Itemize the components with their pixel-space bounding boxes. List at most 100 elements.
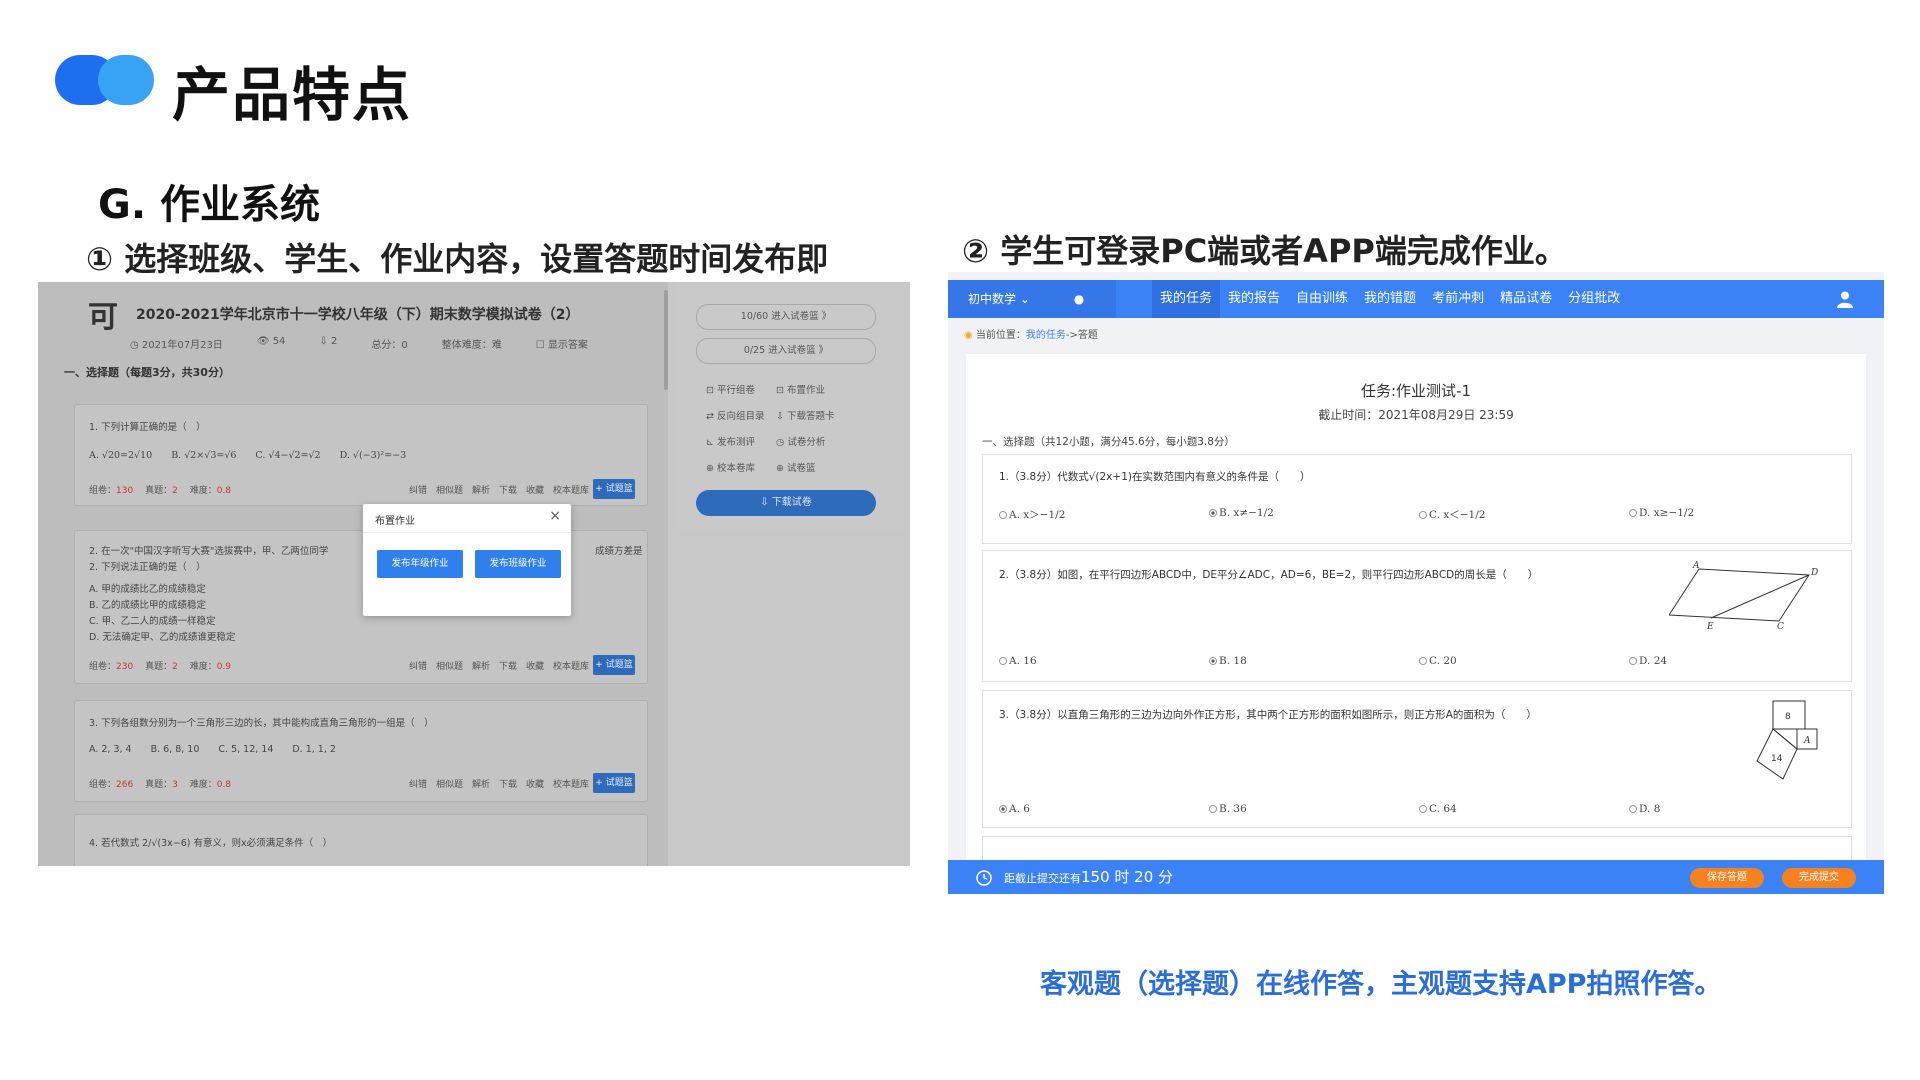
question-text: 2. 下列说法正确的是（ ） <box>89 562 206 573</box>
answer-option[interactable]: A. 6 <box>999 803 1030 815</box>
question-card: 1. 下列计算正确的是（ ） A. √20=2√10 B. √2×√3=√6 C… <box>74 404 648 506</box>
exam-section: 一、选择题（共12小题，满分45.6分，每小题3.8分） <box>982 436 1235 448</box>
close-icon[interactable]: × <box>549 508 561 524</box>
countdown-text: 距截止提交还有150 时 20 分 <box>1004 868 1174 886</box>
question-card: 3. 下列各组数分别为一个三角形三边的长，其中能构成直角三角形的一组是（ ） A… <box>74 700 648 802</box>
side-link-answer-card[interactable]: ⇩ 下载答题卡 <box>776 408 835 422</box>
scrollbar[interactable] <box>664 290 668 390</box>
exam-panel: 任务:作业测试-1 截止时间：2021年08月29日 23:59 一、选择题（共… <box>966 354 1866 894</box>
breadcrumb: ◉ 当前位置：我的任务->答题 <box>964 330 1098 341</box>
location-pin-icon: ● <box>1073 292 1085 306</box>
meta-downloads: ⇩ 2 <box>319 336 338 347</box>
figure-label: C <box>1777 622 1784 632</box>
breadcrumb-link[interactable]: 我的任务 <box>1026 330 1066 341</box>
question-card: 2.（3.8分）如图，在平行四边形ABCD中，DE平分∠ADC，AD=6，BE=… <box>982 550 1852 682</box>
side-link-basket[interactable]: ⊕ 试卷篮 <box>776 460 816 474</box>
download-paper-button[interactable]: ⇩ 下载试卷 <box>696 490 876 516</box>
side-panel: 10/60 进入试卷篮 》 0/25 进入试卷篮 》 ⊡ 平行组卷 ⊡ 布置作业… <box>676 282 910 530</box>
figure-label: 14 <box>1771 754 1783 764</box>
nav-item[interactable]: 自由训练 <box>1288 280 1356 318</box>
exam-deadline: 截止时间：2021年08月29日 23:59 <box>1318 408 1514 422</box>
answer-option[interactable]: D. 8 <box>1629 803 1660 815</box>
question-tools[interactable]: 纠错 相似题 解析 下载 收藏 校本题库 <box>409 777 589 790</box>
question-text: 4. 若代数式 2/√(3x−6) 有意义，则x必须满足条件（ ） <box>89 838 333 849</box>
question-tools[interactable]: 纠错 相似题 解析 下载 收藏 校本题库 <box>409 659 589 672</box>
add-to-basket-button[interactable]: + 试题篮 <box>593 655 635 675</box>
answer-option[interactable]: B. x≠−1/2 <box>1209 507 1274 519</box>
question-text-tail: 成绩方差是 <box>595 546 643 557</box>
question-stats: 组卷：266 真题：3 难度：0.8 <box>89 780 232 790</box>
assign-homework-modal: 布置作业 × 发布年级作业 发布班级作业 <box>363 504 571 616</box>
question-tools[interactable]: 纠错 相似题 解析 下载 收藏 校本题库 <box>409 483 589 496</box>
question-option: B. 乙的成绩比甲的成绩稳定 <box>89 600 207 611</box>
save-answers-button[interactable]: 保存答题 <box>1690 868 1764 888</box>
side-link-reverse[interactable]: ⇄ 反向组目录 <box>706 408 765 422</box>
user-icon[interactable] <box>1836 290 1854 308</box>
nav-item[interactable]: 我的报告 <box>1220 280 1288 318</box>
meta-difficulty: 整体难度：难 <box>441 340 502 351</box>
question-text: 3.（3.8分）以直角三角形的三边为边向外作正方形，其中两个正方形的面积如图所示… <box>999 709 1537 721</box>
modal-title: 布置作业 <box>375 516 415 527</box>
publish-grade-homework-button[interactable]: 发布年级作业 <box>377 550 463 578</box>
paper-meta: ◷ 2021年07月23日 👁 54 ⇩ 2 总分：0 整体难度：难 ☐ 显示答… <box>130 336 588 351</box>
answer-option[interactable]: D. x≥−1/2 <box>1629 507 1694 519</box>
side-link-school-bank[interactable]: ⊕ 校本卷库 <box>706 460 755 474</box>
figure-label: A <box>1803 736 1811 746</box>
subject-selector[interactable]: 初中数学 ⌄ ● <box>948 280 1116 318</box>
figure-label: D <box>1810 568 1818 578</box>
nav-item[interactable]: 考前冲刺 <box>1424 280 1492 318</box>
figure-label: E <box>1706 622 1714 632</box>
answer-option[interactable]: A. 16 <box>999 655 1037 667</box>
nav-item[interactable]: 精品试卷 <box>1492 280 1560 318</box>
side-link-parallel[interactable]: ⊡ 平行组卷 <box>706 382 755 396</box>
answer-option[interactable]: C. 20 <box>1419 655 1457 667</box>
side-link-publish[interactable]: ⊾ 发布测评 <box>706 434 755 448</box>
add-to-basket-button[interactable]: + 试题篮 <box>593 479 635 499</box>
modal-divider <box>363 532 571 533</box>
answer-option[interactable]: C. x＜−1/2 <box>1419 507 1485 522</box>
location-icon: ◉ <box>964 330 973 341</box>
step1-text: ① 选择班级、学生、作业内容，设置答题时间发布即 <box>86 240 829 278</box>
meta-views: 👁 54 <box>256 336 286 347</box>
question-stats: 组卷：230 真题：2 难度：0.9 <box>89 662 232 672</box>
meta-score: 总分：0 <box>371 340 408 351</box>
publish-class-homework-button[interactable]: 发布班级作业 <box>475 550 561 578</box>
question-options: A. 2, 3, 4 B. 6, 8, 10 C. 5, 12, 14 D. 1… <box>89 744 336 755</box>
nav-menu: 我的任务 我的报告 自由训练 我的错题 考前冲刺 精品试卷 分组批改 <box>1152 280 1628 318</box>
paper-title: 2020-2021学年北京市十一学校八年级（下）期末数学模拟试卷（2） <box>136 307 580 323</box>
step2-text: ② 学生可登录PC端或者APP端完成作业。 <box>962 232 1567 270</box>
caption-text: 客观题（选择题）在线作答，主观题支持APP拍照作答。 <box>1040 969 1722 1000</box>
meta-date: ◷ 2021年07月23日 <box>130 340 223 351</box>
basket-pill[interactable]: 10/60 进入试卷篮 》 <box>696 304 876 330</box>
figure-label: A <box>1692 561 1700 571</box>
answer-option[interactable]: A. x＞−1/2 <box>999 507 1065 522</box>
show-answer-checkbox[interactable]: ☐ 显示答案 <box>536 336 588 351</box>
question-text: 3. 下列各组数分别为一个三角形三边的长，其中能构成直角三角形的一组是（ ） <box>89 718 434 729</box>
nav-item[interactable]: 我的任务 <box>1152 280 1221 318</box>
paper-big-char: 可 <box>88 300 118 335</box>
question-stats: 组卷：130 真题：2 难度：0.8 <box>89 486 232 496</box>
question-card: 1.（3.8分）代数式√(2x+1)在实数范围内有意义的条件是（ ） A. x＞… <box>982 454 1852 544</box>
nav-item[interactable]: 我的错题 <box>1356 280 1424 318</box>
section-title: G. 作业系统 <box>98 182 320 228</box>
timer-bar: 距截止提交还有150 时 20 分 保存答题 完成提交 <box>948 860 1884 894</box>
question-text: 1. 下列计算正确的是（ ） <box>89 422 206 433</box>
answer-option[interactable]: D. 24 <box>1629 655 1667 667</box>
basket-pill[interactable]: 0/25 进入试卷篮 》 <box>696 338 876 364</box>
squares-figure: 8 A 14 <box>1756 700 1818 780</box>
page-title: 产品特点 <box>172 61 413 129</box>
figure-label: 8 <box>1785 712 1791 722</box>
alarm-clock-icon <box>976 870 992 886</box>
side-link-assign[interactable]: ⊡ 布置作业 <box>776 382 825 396</box>
exam-title: 任务:作业测试-1 <box>1360 382 1471 400</box>
answer-option[interactable]: C. 64 <box>1419 803 1457 815</box>
answer-option[interactable]: B. 18 <box>1209 655 1247 667</box>
submit-button[interactable]: 完成提交 <box>1782 868 1856 888</box>
add-to-basket-button[interactable]: + 试题篮 <box>593 773 635 793</box>
logo-dot-light <box>98 55 154 105</box>
side-link-analysis[interactable]: ◷ 试卷分析 <box>776 434 825 448</box>
answer-option[interactable]: B. 36 <box>1209 803 1247 815</box>
question-card: 3.（3.8分）以直角三角形的三边为边向外作正方形，其中两个正方形的面积如图所示… <box>982 690 1852 828</box>
teacher-screenshot: 可 2020-2021学年北京市十一学校八年级（下）期末数学模拟试卷（2） ◷ … <box>38 282 910 866</box>
nav-item[interactable]: 分组批改 <box>1560 280 1628 318</box>
